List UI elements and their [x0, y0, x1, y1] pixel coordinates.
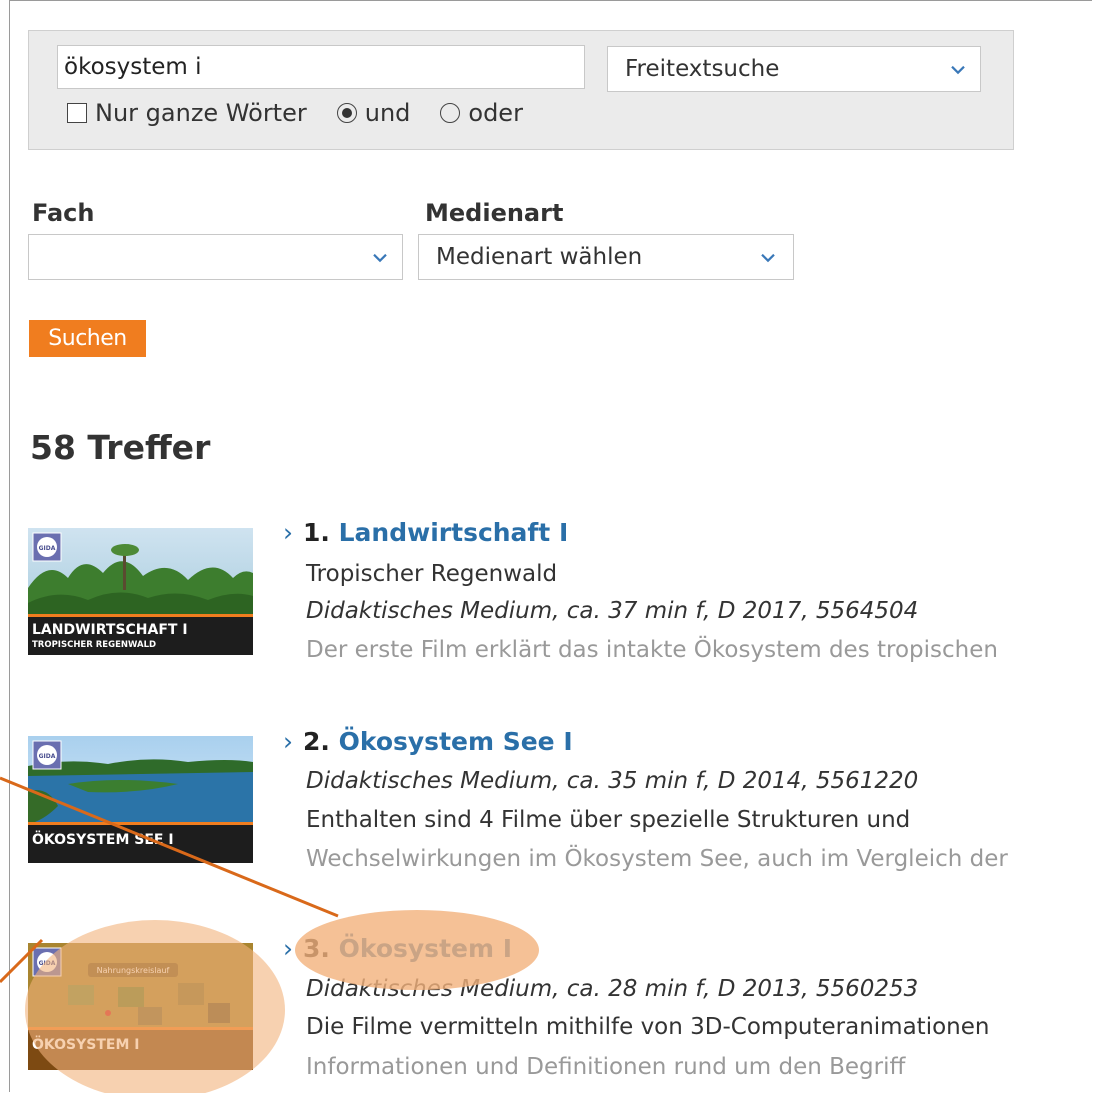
fade-overlay	[306, 880, 1076, 890]
gida-logo-text: GIDA	[39, 960, 56, 967]
result-title[interactable]: › 3. Ökosystem I	[283, 934, 512, 963]
chevron-down-icon	[760, 243, 776, 269]
media-type-label: Medienart	[425, 199, 564, 227]
subject-select[interactable]	[28, 234, 403, 280]
search-options: Nur ganze Wörter und oder	[67, 98, 523, 128]
result-title-link[interactable]: Ökosystem I	[339, 934, 512, 963]
thumb-title: ÖKOSYSTEM I	[32, 1035, 139, 1053]
result-description: Die Filme vermitteln mithilfe von 3D-Com…	[306, 1014, 990, 1040]
search-button[interactable]: Suchen	[29, 320, 146, 357]
result-meta: Didaktisches Medium, ca. 37 min f, D 201…	[306, 598, 919, 624]
chevron-right-icon: ›	[283, 727, 293, 756]
radio-selected-dot	[341, 108, 352, 118]
or-label: oder	[468, 99, 523, 127]
media-type-value: Medienart wählen	[436, 244, 643, 270]
search-mode-select[interactable]: Freitextsuche	[607, 46, 981, 92]
subject-label: Fach	[32, 199, 95, 227]
chevron-down-icon	[372, 243, 388, 269]
gida-logo-text: GIDA	[39, 753, 56, 760]
result-description: Enthalten sind 4 Filme über spezielle St…	[306, 807, 911, 833]
result-description-more: Wechselwirkungen im Ökosystem See, auch …	[306, 846, 1008, 872]
thumb-subtitle: TROPISCHER REGENWALD	[32, 640, 156, 650]
result-meta: Didaktisches Medium, ca. 35 min f, D 201…	[306, 768, 919, 794]
result-title-link[interactable]: Landwirtschaft I	[339, 518, 569, 547]
result-description: Der erste Film erklärt das intakte Ökosy…	[306, 637, 998, 663]
result-title-link[interactable]: Ökosystem See I	[339, 727, 573, 756]
result-description-more: Informationen und Definitionen rund um d…	[306, 1054, 906, 1080]
thumb-title: LANDWIRTSCHAFT I	[32, 622, 188, 638]
result-thumbnail[interactable]: LANDWIRTSCHAFT I TROPISCHER REGENWALD GI…	[28, 528, 253, 655]
whole-words-label: Nur ganze Wörter	[95, 99, 307, 127]
chevron-down-icon	[950, 55, 966, 81]
thumb-subtitle: Nahrungskreislauf	[97, 966, 170, 975]
search-mode-value: Freitextsuche	[625, 56, 780, 82]
and-label: und	[364, 99, 411, 127]
result-thumbnail[interactable]: Nahrungskreislauf ÖKOSYSTEM I GIDA	[28, 943, 253, 1070]
gida-logo-text: GIDA	[39, 545, 56, 552]
fade-overlay	[306, 672, 1076, 682]
and-radio[interactable]	[336, 103, 357, 123]
chevron-right-icon: ›	[283, 518, 293, 547]
whole-words-checkbox[interactable]	[67, 103, 87, 123]
result-meta: Didaktisches Medium, ca. 28 min f, D 201…	[306, 976, 919, 1002]
search-input[interactable]	[57, 45, 585, 89]
chevron-right-icon: ›	[283, 934, 293, 963]
result-title[interactable]: › 2. Ökosystem See I	[283, 727, 573, 756]
result-title[interactable]: › 1. Landwirtschaft I	[283, 518, 568, 547]
result-subtitle: Tropischer Regenwald	[306, 561, 558, 587]
or-radio[interactable]	[440, 103, 461, 123]
thumb-title: ÖKOSYSTEM SEE I	[32, 830, 174, 848]
result-thumbnail[interactable]: ÖKOSYSTEM SEE I GIDA	[28, 736, 253, 863]
hits-count: 58 Treffer	[30, 428, 211, 467]
media-type-select[interactable]: Medienart wählen	[418, 234, 794, 280]
